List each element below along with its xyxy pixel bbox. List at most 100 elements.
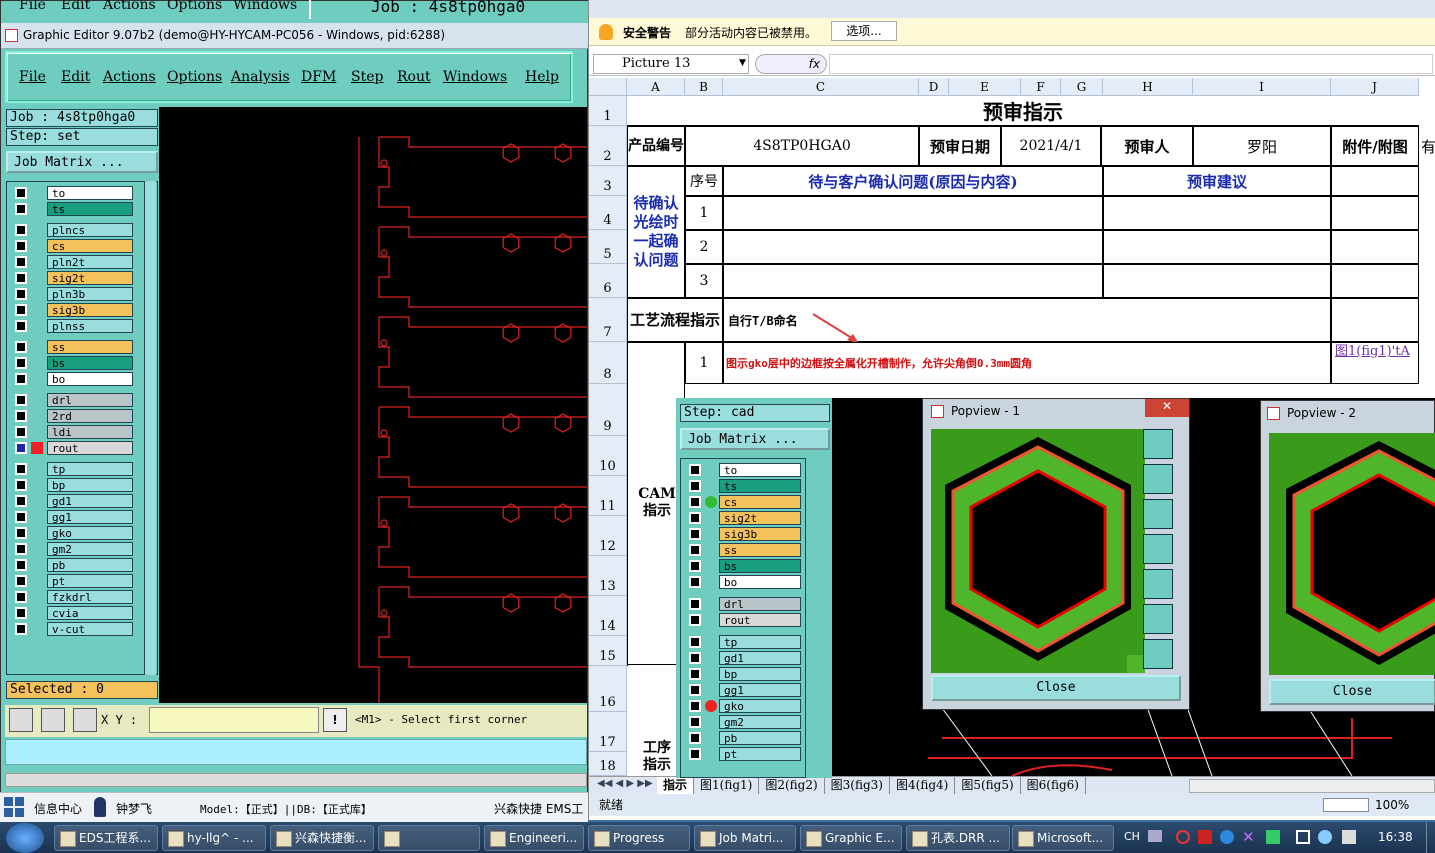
overlay-layer-bs[interactable]: bs	[719, 559, 801, 573]
layer-checkbox[interactable]	[689, 668, 701, 680]
overlay-job-matrix-button[interactable]: Job Matrix ...	[680, 428, 830, 450]
overlay-layer-cs[interactable]: cs	[719, 495, 801, 509]
sheet-tab[interactable]: 图3(fig3)	[825, 777, 890, 794]
cell-r8-text[interactable]: 图示gko层中的边框按全属化开槽制作，允许尖角倒0.3mm圆角	[723, 342, 1331, 384]
menu-step[interactable]: Step	[351, 69, 383, 85]
layer-checkbox[interactable]	[15, 607, 27, 619]
cell-num-1[interactable]: 1	[685, 196, 723, 230]
sheet-tab[interactable]: 图1(fig1)	[694, 777, 760, 794]
xy-input[interactable]	[149, 707, 319, 733]
layer-sig2t[interactable]: sig2t	[47, 271, 133, 285]
layer-checkbox[interactable]	[689, 528, 701, 540]
grid-menu-icon[interactable]	[4, 797, 24, 817]
overlay-layer-bp[interactable]: bp	[719, 667, 801, 681]
taskbar-item[interactable]: hy-llg^ - ...	[162, 825, 266, 851]
row-header-5[interactable]: 5	[589, 230, 627, 264]
menu-rout[interactable]: Rout	[397, 69, 431, 85]
pan-up-icon[interactable]	[1143, 464, 1173, 494]
row-header-6[interactable]: 6	[589, 264, 627, 298]
cell-r8-num[interactable]: 1	[685, 342, 723, 384]
menu-help[interactable]: Help	[525, 69, 559, 85]
sheet-tab[interactable]: 图4(fig4)	[890, 777, 956, 794]
layer-checkbox[interactable]	[15, 341, 27, 353]
taskbar-item[interactable]: Job Matri...	[694, 825, 796, 851]
layer-checkbox[interactable]	[689, 684, 701, 696]
cell-process-label[interactable]: 工艺流程指示	[627, 298, 723, 342]
cell-num-3[interactable]: 3	[685, 264, 723, 298]
layer-checkbox[interactable]	[689, 700, 701, 712]
layer-checkbox[interactable]	[689, 732, 701, 744]
overlay-layer-drl[interactable]: drl	[719, 597, 801, 611]
layer-checkbox[interactable]	[689, 576, 701, 588]
cell-empty[interactable]	[723, 196, 1103, 230]
row-header-13[interactable]: 13	[589, 556, 627, 596]
layer-gm2[interactable]: gm2	[47, 542, 133, 556]
layer-checkbox[interactable]	[689, 614, 701, 626]
taskbar-item[interactable]: Graphic E...	[800, 825, 902, 851]
app-tray-icon[interactable]	[1176, 830, 1190, 844]
layer-fzkdrl[interactable]: fzkdrl	[47, 590, 133, 604]
layer-checkbox[interactable]	[15, 203, 27, 215]
layer-drl[interactable]: drl	[47, 393, 133, 407]
layer-checkbox[interactable]	[689, 716, 701, 728]
menu-actions[interactable]: Actions	[103, 69, 156, 85]
cell-overflow[interactable]: 有	[1421, 136, 1435, 157]
popview-1-close-button[interactable]: Close	[931, 675, 1181, 701]
layer-checkbox[interactable]	[689, 598, 701, 610]
layer-checkbox[interactable]	[689, 496, 701, 508]
top-menu-windows[interactable]: Windows	[233, 0, 297, 13]
column-header-I[interactable]: I	[1193, 78, 1331, 96]
layer-cs[interactable]: cs	[47, 239, 133, 253]
row-header-1[interactable]: 1	[589, 96, 627, 126]
layer-checkbox[interactable]	[15, 272, 27, 284]
row-header-9[interactable]: 9	[589, 384, 627, 436]
alert-icon[interactable]: !	[323, 708, 347, 732]
cell-empty[interactable]	[1331, 264, 1419, 298]
layer-ldi[interactable]: ldi	[47, 425, 133, 439]
layer-checkbox[interactable]	[15, 463, 27, 475]
view-mode-icon[interactable]	[1323, 798, 1369, 812]
layer-ss[interactable]: ss	[47, 340, 133, 354]
snap-icon[interactable]	[9, 708, 33, 732]
job-matrix-button[interactable]: Job Matrix ...	[6, 151, 158, 173]
layer-pb[interactable]: pb	[47, 558, 133, 572]
column-header-G[interactable]: G	[1061, 78, 1103, 96]
taskbar-item[interactable]	[378, 825, 480, 851]
menu-edit[interactable]: Edit	[61, 69, 90, 85]
layer-2rd[interactable]: 2rd	[47, 409, 133, 423]
layer-checkbox[interactable]	[15, 527, 27, 539]
top-menu-actions[interactable]: Actions	[103, 0, 156, 13]
layer-checkbox[interactable]	[15, 320, 27, 332]
row-header-12[interactable]: 12	[589, 516, 627, 556]
layer-sig3b[interactable]: sig3b	[47, 303, 133, 317]
taskbar-item[interactable]: 孔表.DRR ...	[906, 825, 1010, 851]
close-icon[interactable]: ✕	[1145, 399, 1189, 417]
layer-checkbox[interactable]	[15, 240, 27, 252]
layer-cvia[interactable]: cvia	[47, 606, 133, 620]
graphic-canvas[interactable]	[159, 107, 587, 703]
cell-empty[interactable]	[1103, 196, 1331, 230]
row-header-14[interactable]: 14	[589, 596, 627, 636]
cell-empty[interactable]	[1331, 230, 1419, 264]
row-header-8[interactable]: 8	[589, 342, 627, 384]
function-button[interactable]: fx	[755, 54, 827, 74]
select-all-corner[interactable]	[589, 78, 627, 96]
layer-v-cut[interactable]: v-cut	[47, 622, 133, 636]
menu-options[interactable]: Options	[167, 69, 222, 85]
overlay-layer-rout[interactable]: rout	[719, 613, 801, 627]
measure-icon[interactable]	[41, 708, 65, 732]
name-box[interactable]: Picture 13	[593, 54, 749, 74]
column-header-D[interactable]: D	[919, 78, 949, 96]
layer-checkbox[interactable]	[15, 575, 27, 587]
cell-empty[interactable]	[1103, 264, 1331, 298]
layer-checkbox[interactable]	[689, 512, 701, 524]
app-tray-icon[interactable]	[1220, 830, 1234, 844]
overlay-layer-to[interactable]: to	[719, 463, 801, 477]
taskbar-item[interactable]: Engineeri...	[484, 825, 584, 851]
layer-rout[interactable]: rout	[47, 441, 133, 455]
cell-confirm-label[interactable]: 待确认光绘时一起确认问题	[627, 166, 685, 298]
layer-pt[interactable]: pt	[47, 574, 133, 588]
column-header-H[interactable]: H	[1103, 78, 1193, 96]
layer-checkbox[interactable]	[15, 623, 27, 635]
layer-checkbox[interactable]	[689, 652, 701, 664]
